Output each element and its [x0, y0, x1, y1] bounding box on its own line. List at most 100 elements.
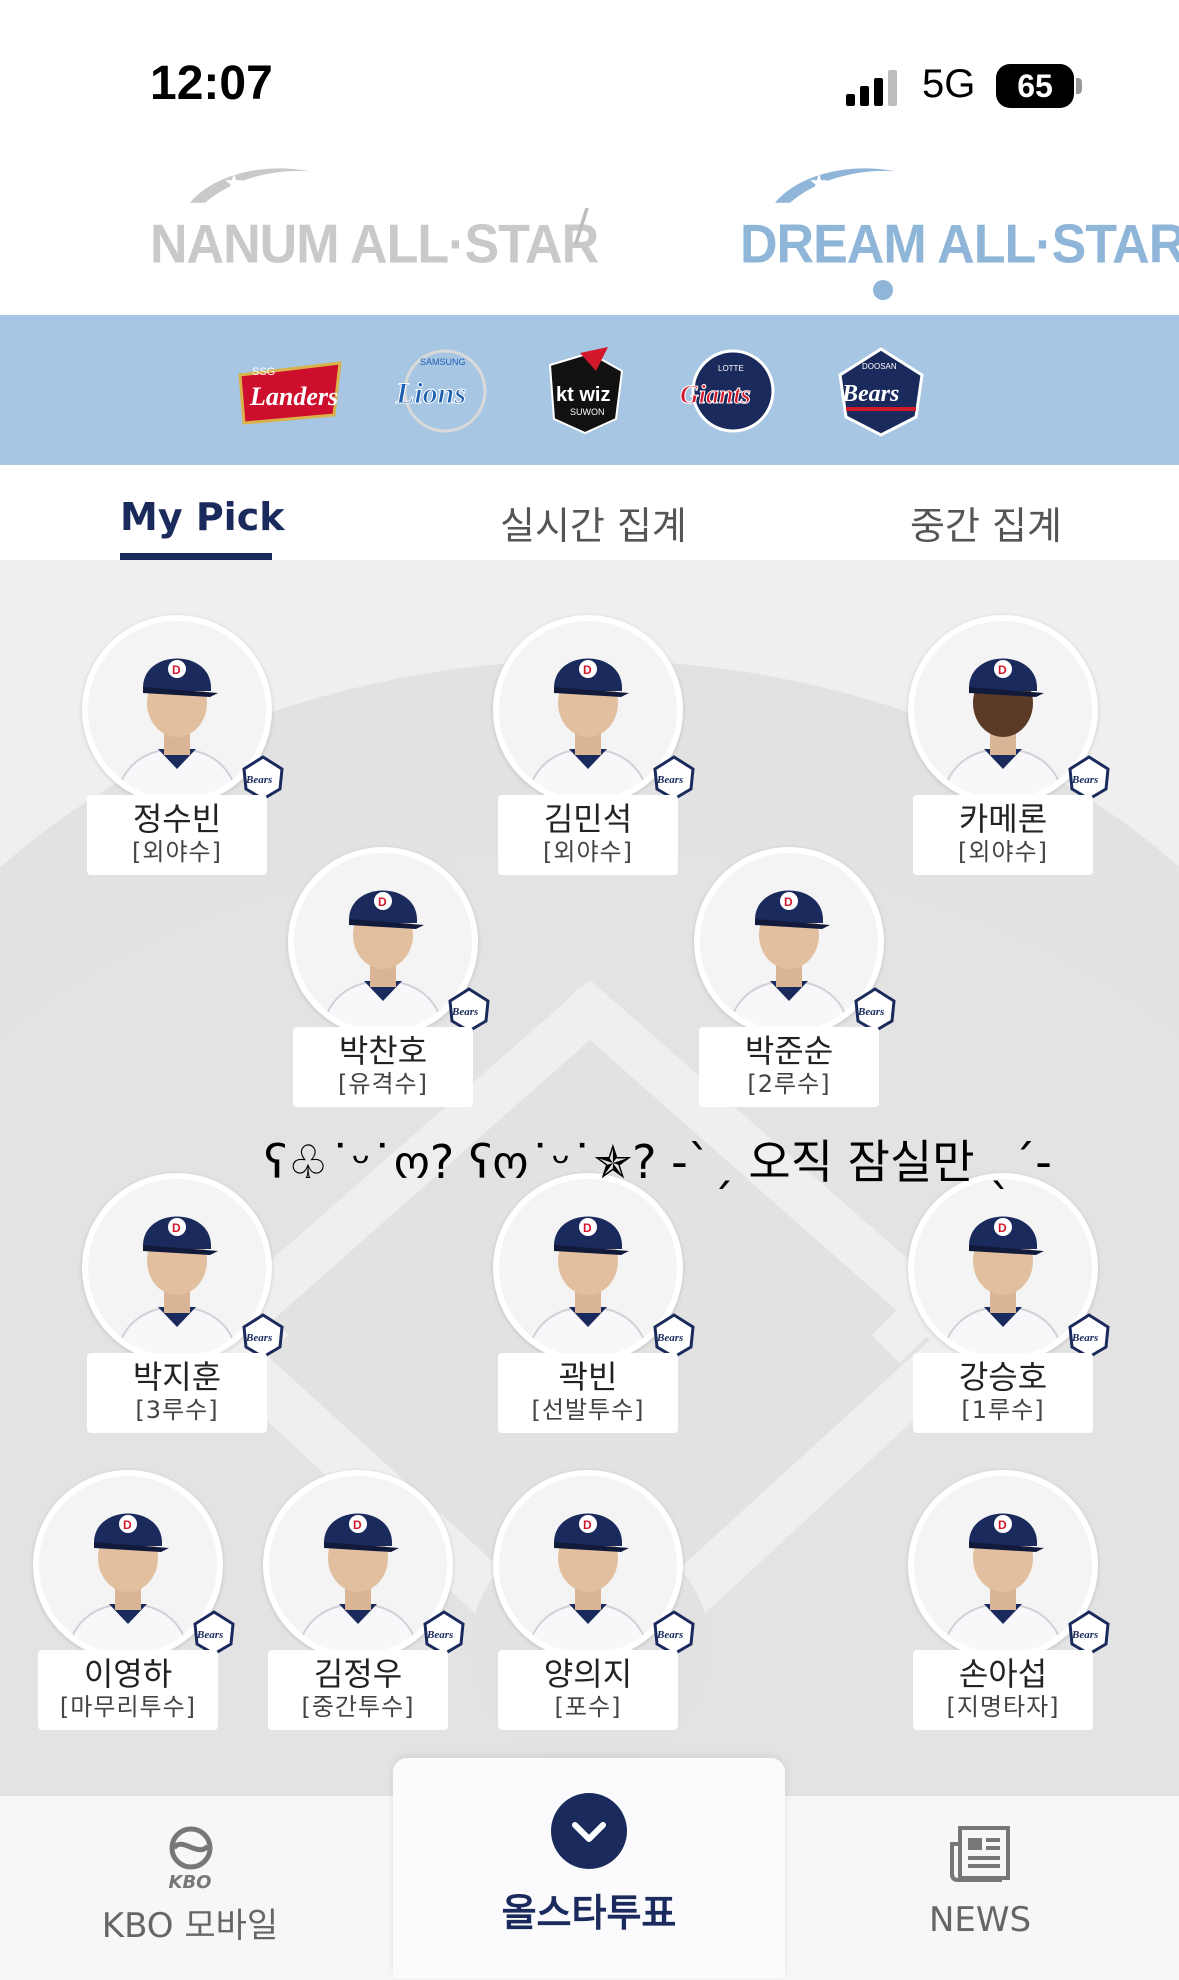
player-card[interactable]: D Bears 박준순 [2루수]	[694, 847, 896, 1107]
battery-tip	[1076, 78, 1082, 94]
svg-text:★: ★	[810, 172, 829, 196]
svg-text:D: D	[998, 663, 1007, 677]
player-name-card: 김민석 [외야수]	[498, 795, 678, 875]
svg-text:D: D	[583, 1221, 592, 1235]
view-tabs: My Pick 실시간 집계 중간 집계	[0, 465, 1179, 562]
player-position: [2루수]	[747, 1070, 831, 1098]
team-logo-landers[interactable]: SSG Landers	[236, 345, 346, 437]
cellular-signal-icon	[846, 70, 897, 106]
active-tab-indicator	[120, 553, 272, 560]
player-name-card: 박찬호 [유격수]	[293, 1027, 473, 1107]
team-logo-text: kt wiz	[556, 384, 610, 406]
player-card[interactable]: D Bears 손아섭 [지명타자]	[908, 1470, 1110, 1730]
team-top-text: SSG	[252, 366, 275, 378]
team-logo-text: Lions	[395, 377, 466, 410]
svg-text:D: D	[784, 895, 793, 909]
nanum-allstar-label: NANUM ALL·STAR	[150, 214, 599, 276]
player-position: [외야수]	[543, 838, 633, 866]
player-card[interactable]: D Bears 곽빈 [선발투수]	[493, 1173, 695, 1433]
player-card[interactable]: D Bears 박지훈 [3루수]	[82, 1173, 284, 1433]
badge-text: Bears	[245, 774, 272, 786]
player-name-card: 이영하 [마무리투수]	[38, 1650, 218, 1730]
player-position: [유격수]	[338, 1070, 428, 1098]
player-name: 박지훈	[132, 1358, 222, 1396]
nav-news-label: NEWS	[928, 1900, 1032, 1940]
news-icon	[950, 1826, 1010, 1882]
player-name-card: 곽빈 [선발투수]	[498, 1353, 678, 1433]
team-top-text: SUWON	[570, 407, 605, 417]
player-name: 카메론	[958, 800, 1048, 838]
team-top-text: LOTTE	[718, 364, 744, 373]
team-logo-lions[interactable]: SAMSUNG Lions	[390, 345, 500, 437]
badge-text: Bears	[656, 1332, 683, 1344]
player-name: 양의지	[543, 1655, 633, 1693]
player-name: 박찬호	[338, 1032, 428, 1070]
player-position: [선발투수]	[531, 1396, 645, 1424]
player-name-card: 양의지 [포수]	[498, 1650, 678, 1730]
team-logo-band: SSG Landers SAMSUNG Lions kt wiz SUWON L…	[0, 315, 1179, 465]
team-logo-text: Giants	[680, 380, 751, 409]
player-name: 곽빈	[558, 1358, 618, 1396]
player-name-card: 김정우 [중간투수]	[268, 1650, 448, 1730]
player-name-card: 강승호 [1루수]	[913, 1353, 1093, 1433]
league-separator: /	[574, 200, 589, 251]
player-name: 정수빈	[132, 800, 222, 838]
kbo-logo-text: KBO	[168, 1872, 212, 1893]
player-card[interactable]: D Bears 김민석 [외야수]	[493, 615, 695, 875]
player-card[interactable]: D Bears 강승호 [1루수]	[908, 1173, 1110, 1433]
team-logo-bears[interactable]: DOOSAN Bears	[826, 345, 936, 437]
nav-news[interactable]: NEWS	[900, 1796, 1060, 1980]
svg-text:D: D	[378, 895, 387, 909]
nav-allstar-vote-label: 올스타투표	[501, 1891, 677, 1935]
player-card[interactable]: D Bears 박찬호 [유격수]	[288, 847, 490, 1107]
star-swoosh-icon: ★	[775, 168, 895, 203]
svg-text:D: D	[583, 1518, 592, 1532]
badge-text: Bears	[451, 1006, 478, 1018]
svg-text:D: D	[123, 1518, 132, 1532]
nav-kbo-mobile[interactable]: KBO KBO 모바일	[90, 1796, 290, 1980]
player-position: [1루수]	[961, 1396, 1045, 1424]
badge-text: Bears	[1071, 1629, 1098, 1641]
dream-allstar-label: DREAM ALL·STAR	[740, 214, 1179, 276]
svg-text:D: D	[583, 663, 592, 677]
player-name: 김민석	[543, 800, 633, 838]
nav-allstar-vote[interactable]: 올스타투표	[393, 1758, 785, 1979]
badge-text: Bears	[426, 1629, 453, 1641]
player-name-card: 박준순 [2루수]	[699, 1027, 879, 1107]
tab-realtime-tally[interactable]: 실시간 집계	[500, 495, 687, 550]
svg-text:D: D	[998, 1221, 1007, 1235]
active-league-indicator	[873, 280, 893, 300]
tab-my-pick[interactable]: My Pick	[120, 495, 285, 539]
badge-text: Bears	[857, 1006, 884, 1018]
player-position: [중간투수]	[301, 1693, 415, 1721]
chevron-down-icon	[572, 1822, 606, 1842]
player-card[interactable]: D Bears 이영하 [마무리투수]	[33, 1470, 235, 1730]
team-logo-ktwiz[interactable]: kt wiz SUWON	[530, 345, 640, 437]
player-position: [포수]	[554, 1693, 622, 1721]
player-card[interactable]: D Bears 양의지 [포수]	[493, 1470, 695, 1730]
player-name: 강승호	[958, 1358, 1048, 1396]
star-swoosh-icon: ★	[190, 168, 310, 203]
player-position: [외야수]	[958, 838, 1048, 866]
status-time: 12:07	[150, 57, 273, 110]
player-position: [외야수]	[132, 838, 222, 866]
player-position: [마무리투수]	[59, 1693, 197, 1721]
team-logo-giants[interactable]: LOTTE Giants	[678, 345, 788, 437]
status-bar: 12:07 5G 65	[0, 0, 1179, 150]
player-card[interactable]: D Bears 김정우 [중간투수]	[263, 1470, 465, 1730]
svg-text:D: D	[353, 1518, 362, 1532]
player-card[interactable]: D Bears 정수빈 [외야수]	[82, 615, 284, 875]
player-name-card: 손아섭 [지명타자]	[913, 1650, 1093, 1730]
vote-circle	[551, 1793, 627, 1869]
tab-interim-tally[interactable]: 중간 집계	[910, 495, 1062, 550]
nav-kbo-mobile-label: KBO 모바일	[101, 1906, 279, 1946]
svg-text:D: D	[172, 663, 181, 677]
player-card[interactable]: D Bears 카메론 [외야수]	[908, 615, 1110, 875]
badge-text: Bears	[656, 774, 683, 786]
player-name-card: 카메론 [외야수]	[913, 795, 1093, 875]
team-top-text: SAMSUNG	[420, 357, 466, 367]
kbo-logo-icon	[169, 1826, 213, 1870]
overlay-caption: ʕ♧˙ᵕ˙ო? ʕო˙ᵕ˙✯? -ˋˏ 오직 잠실만 ˎˊ-	[264, 1135, 1052, 1189]
player-name: 박준순	[744, 1032, 834, 1070]
player-name: 이영하	[83, 1655, 173, 1693]
